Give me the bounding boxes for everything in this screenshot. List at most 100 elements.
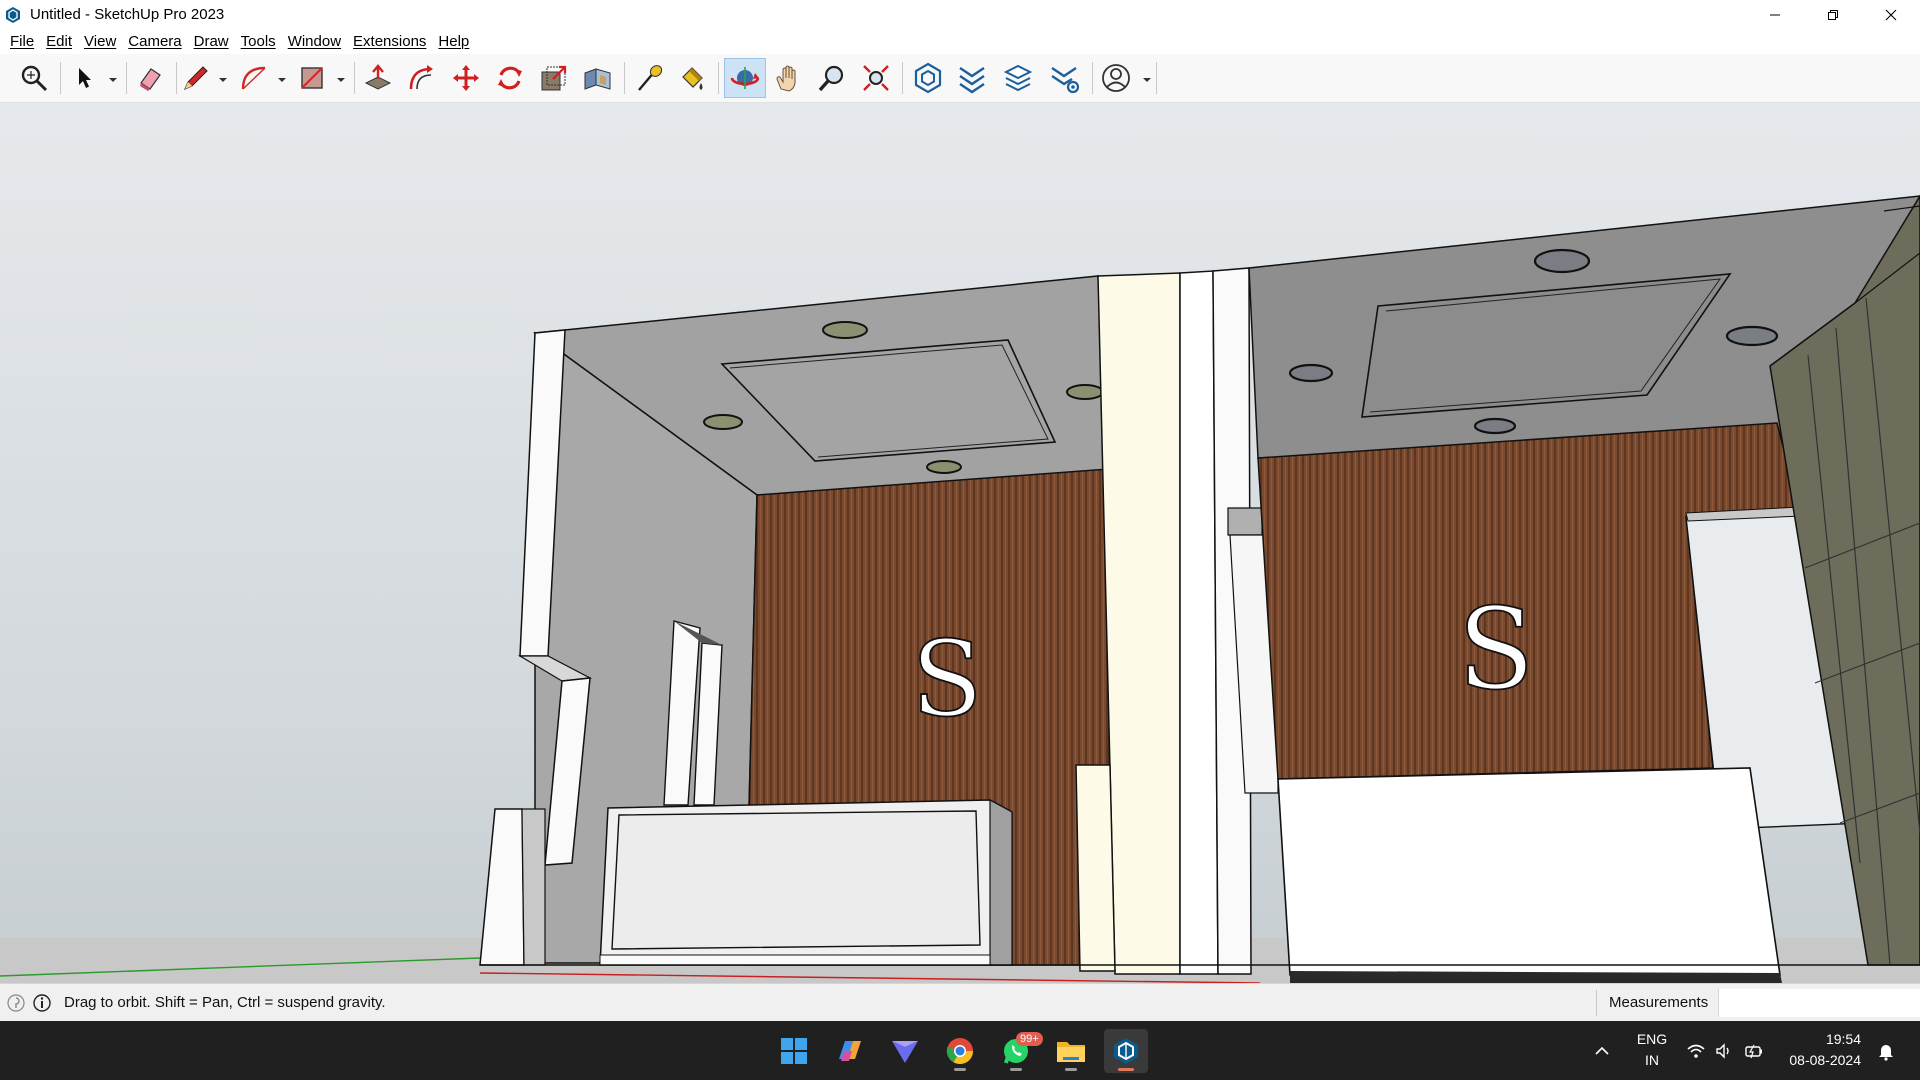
menu-file[interactable]: File <box>4 33 40 50</box>
menu-bar: File Edit View Camera Draw Tools Window … <box>0 29 1920 54</box>
notifications-icon[interactable] <box>1876 1041 1896 1061</box>
orbit-icon <box>730 67 760 89</box>
pan-tool[interactable] <box>770 60 806 96</box>
chevron-down-icon[interactable] <box>108 76 118 84</box>
zoom-extents-icon <box>863 65 889 91</box>
toolbar-separator <box>902 62 903 94</box>
minimize-icon <box>1770 14 1780 15</box>
paint-bucket-tool[interactable] <box>674 60 710 96</box>
menu-tools[interactable]: Tools <box>235 33 282 50</box>
sketchup-app[interactable] <box>1104 1029 1148 1073</box>
extension-warehouse-tool[interactable] <box>954 60 990 96</box>
minimize-button[interactable] <box>1746 0 1804 29</box>
wifi-icon[interactable] <box>1686 1041 1706 1061</box>
account-button[interactable] <box>1098 60 1134 96</box>
language-indicator[interactable]: ENG <box>1632 1031 1672 1047</box>
copilot-app[interactable] <box>828 1029 872 1073</box>
zoom-extents-tool[interactable] <box>16 60 52 96</box>
chevron-down-icon[interactable] <box>336 76 346 84</box>
running-indicator <box>1010 1068 1022 1071</box>
running-indicator <box>954 1068 966 1071</box>
sketchup-window: Untitled - SketchUp Pro 2023 File Edit V… <box>0 0 1920 1080</box>
push-pull-tool[interactable] <box>360 60 396 96</box>
running-indicator <box>1118 1068 1134 1071</box>
clock-date[interactable]: 08-08-2024 <box>1781 1052 1861 1068</box>
menu-view[interactable]: View <box>78 33 122 50</box>
zoom-tool[interactable] <box>814 60 850 96</box>
clock-time[interactable]: 19:54 <box>1781 1031 1861 1047</box>
battery-icon[interactable] <box>1744 1041 1764 1061</box>
menu-edit[interactable]: Edit <box>40 33 78 50</box>
chrome-app[interactable] <box>938 1029 982 1073</box>
downlight <box>1473 417 1517 435</box>
menu-camera[interactable]: Camera <box>122 33 187 50</box>
rotate-tool[interactable] <box>492 60 528 96</box>
rectangle-tool[interactable] <box>294 60 330 96</box>
region-indicator[interactable]: IN <box>1632 1052 1672 1068</box>
sketchup-logo-icon <box>6 6 20 23</box>
user-icon <box>1102 64 1130 92</box>
toolbar-separator <box>176 62 177 94</box>
eraser-icon <box>140 68 161 91</box>
line-tool[interactable] <box>178 60 214 96</box>
chevron-down-icon[interactable] <box>277 76 287 84</box>
close-button[interactable] <box>1862 0 1920 29</box>
logo-letter-right: S <box>1458 585 1535 715</box>
pencil-icon <box>184 66 208 90</box>
reception-counter-side <box>989 798 1013 966</box>
geo-location-icon[interactable] <box>6 993 26 1013</box>
select-tool[interactable] <box>66 60 102 96</box>
scale-tool[interactable] <box>536 60 572 96</box>
toolbar-separator <box>60 62 61 94</box>
followme-icon <box>584 68 611 90</box>
right-counter-base <box>1290 971 1782 983</box>
menu-help[interactable]: Help <box>432 33 475 50</box>
offset-tool[interactable] <box>404 60 440 96</box>
move-tool[interactable] <box>448 60 484 96</box>
chrome-icon <box>946 1038 974 1065</box>
model-viewport[interactable]: S S <box>0 103 1920 983</box>
arc-tool[interactable] <box>236 60 272 96</box>
follow-me-tool[interactable] <box>580 60 616 96</box>
chevron-up-icon[interactable] <box>1592 1041 1612 1061</box>
scale-icon <box>541 65 567 91</box>
toolbar-separator <box>718 62 719 94</box>
column-white-face <box>1179 270 1219 975</box>
menu-draw[interactable]: Draw <box>188 33 235 50</box>
orbit-tool[interactable] <box>724 58 766 98</box>
column-notch <box>1227 507 1263 536</box>
arc-icon <box>241 66 266 90</box>
measurements-label: Measurements <box>1609 994 1709 1011</box>
downlight <box>703 414 743 430</box>
zoom-window-tool[interactable] <box>858 60 894 96</box>
menu-window[interactable]: Window <box>282 33 347 50</box>
toolbar-separator <box>1092 62 1093 94</box>
start-button[interactable] <box>772 1029 816 1073</box>
windows-logo-icon <box>781 1038 807 1064</box>
eraser-tool[interactable] <box>132 60 168 96</box>
ext-manager-icon <box>1051 67 1080 94</box>
toolbar-separator <box>1156 62 1157 94</box>
counter-plinth <box>599 954 991 966</box>
downlight <box>1066 384 1104 400</box>
info-icon[interactable] <box>32 993 52 1013</box>
volume-icon[interactable] <box>1714 1041 1734 1061</box>
tape-measure-tool[interactable] <box>632 60 668 96</box>
vpn-icon <box>892 1041 918 1063</box>
chevron-down-icon[interactable] <box>218 76 228 84</box>
3d-warehouse-tool[interactable] <box>910 60 946 96</box>
whatsapp-app[interactable]: 99+ <box>994 1029 1043 1073</box>
extension-manager-tool[interactable] <box>1046 60 1082 96</box>
menu-extensions[interactable]: Extensions <box>347 33 432 50</box>
layout-tool[interactable] <box>1000 60 1036 96</box>
measurements-input[interactable] <box>1718 989 1920 1017</box>
magnifier-icon <box>21 65 48 92</box>
chevron-down-icon[interactable] <box>1142 76 1152 84</box>
status-bar: Drag to orbit. Shift = Pan, Ctrl = suspe… <box>0 983 1920 1021</box>
pushpull-icon <box>364 64 392 90</box>
windows-taskbar: 99+ ENG IN 19:54 08-08-2024 <box>0 1021 1920 1080</box>
downlight <box>1725 325 1779 347</box>
vpn-app[interactable] <box>883 1029 927 1073</box>
file-explorer-app[interactable] <box>1049 1029 1093 1073</box>
restore-button[interactable] <box>1804 0 1862 29</box>
